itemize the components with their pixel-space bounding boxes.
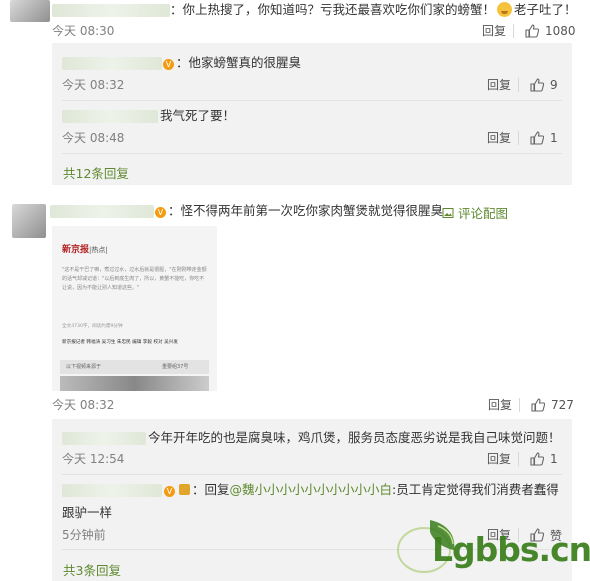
username-blurred[interactable] [50,205,154,218]
divider [62,153,562,154]
reply-button[interactable]: 回复 [488,398,512,412]
reply-text: 今年开年吃的也是腐臭味，鸡爪煲，服务员态度恶劣说是我自己味觉问题！ [148,430,561,445]
divider [518,131,519,145]
news-paragraph: "这不是干巴了嘛，煮过过水，过水后就是很腥，"在刚刚带走金额的话气却减记道："以… [62,267,207,291]
crown-badge-icon [179,484,190,495]
image-icon [442,208,454,218]
news-footer-right: 重要组37号 [162,364,189,370]
thumbs-up-icon [525,24,539,38]
comment-text: ：你上热搜了，你知道吗？亏我还最喜欢吃你们家的螃蟹！ 老子吐了！ [170,2,577,17]
reply-time: 5分钟前 [62,528,106,542]
comment-image[interactable]: 新京报|热点| "这不是干巴了嘛，煮过过水，过水后就是很腥，"在刚刚带走金额的话… [52,226,217,391]
comment-image-link[interactable]: 评论配图 [442,203,508,222]
comment-time: 今天 08:30 [52,24,115,38]
like-button[interactable]: 1080 [525,23,576,39]
divider [518,452,519,466]
comment-text: ：怪不得两年前第一次吃你家肉蟹煲就觉得很腥臭 [168,203,444,218]
watermark-text: Lgbbs.cn [432,530,590,569]
thumbs-up-icon [531,398,545,412]
like-button[interactable]: 1 [530,451,558,467]
like-count: 1 [550,452,558,466]
username-blurred[interactable] [62,432,146,445]
watermark-logo: Lgbbs.cn [390,512,590,578]
more-replies-link[interactable]: 共12条回复 [63,163,129,182]
username-blurred[interactable] [62,57,162,70]
like-button[interactable]: 9 [530,77,558,93]
username-blurred[interactable] [52,4,170,17]
news-footer-left: 以下视频来源于 [66,364,102,370]
news-meta: 全文4730字，阅读约需9分钟 [62,324,123,329]
username-blurred[interactable] [62,110,158,123]
reply-time: 今天 08:48 [62,131,125,145]
like-button[interactable]: 727 [531,397,574,413]
reply-text: ：他家螃蟹真的很腥臭 [176,55,302,70]
video-thumbnail [60,376,209,391]
divider [519,398,520,412]
like-count: 727 [551,398,574,412]
avatar[interactable] [12,204,46,238]
divider [518,78,519,92]
like-count: 1080 [545,24,576,38]
news-brand: 新京报|热点| [62,245,108,255]
thumbs-up-icon [530,78,544,92]
divider [62,474,562,475]
like-count: 1 [550,131,558,145]
mention-link[interactable]: @魏小小小小小小小小小小白 [230,482,393,497]
username-blurred[interactable] [62,484,162,497]
reply-time: 今天 12:54 [62,452,125,466]
divider [62,100,562,101]
reply-button[interactable]: 回复 [487,452,511,466]
comment-time: 今天 08:32 [52,398,115,412]
more-replies-link[interactable]: 共3条回复 [63,560,121,579]
reply-text-continued: 跟驴一样 [62,505,113,520]
news-credits: 新京报记者 韩福涛 吴习生 朱忠民 编辑 李毅 校对 吴兴发 [62,340,178,345]
reply-button[interactable]: 回复 [487,131,511,145]
reply-button[interactable]: 回复 [487,78,511,92]
reply-text: ：回复@魏小小小小小小小小小小白:员工肯定觉得我们消费者蠢得 [192,482,559,497]
reply-text: 我气死了要！ [160,108,236,123]
verified-badge-icon: V [155,205,166,220]
reply-button[interactable]: 回复 [482,24,506,38]
like-button[interactable]: 1 [530,130,558,146]
thumbs-up-icon [530,452,544,466]
verified-badge-icon: V [164,484,175,499]
thumbs-up-icon [530,131,544,145]
puke-emoji-icon [497,2,513,17]
verified-badge-icon: V [163,57,174,72]
avatar[interactable] [10,0,50,22]
like-count: 9 [550,78,558,92]
divider [513,24,514,38]
reply-time: 今天 08:32 [62,78,125,92]
